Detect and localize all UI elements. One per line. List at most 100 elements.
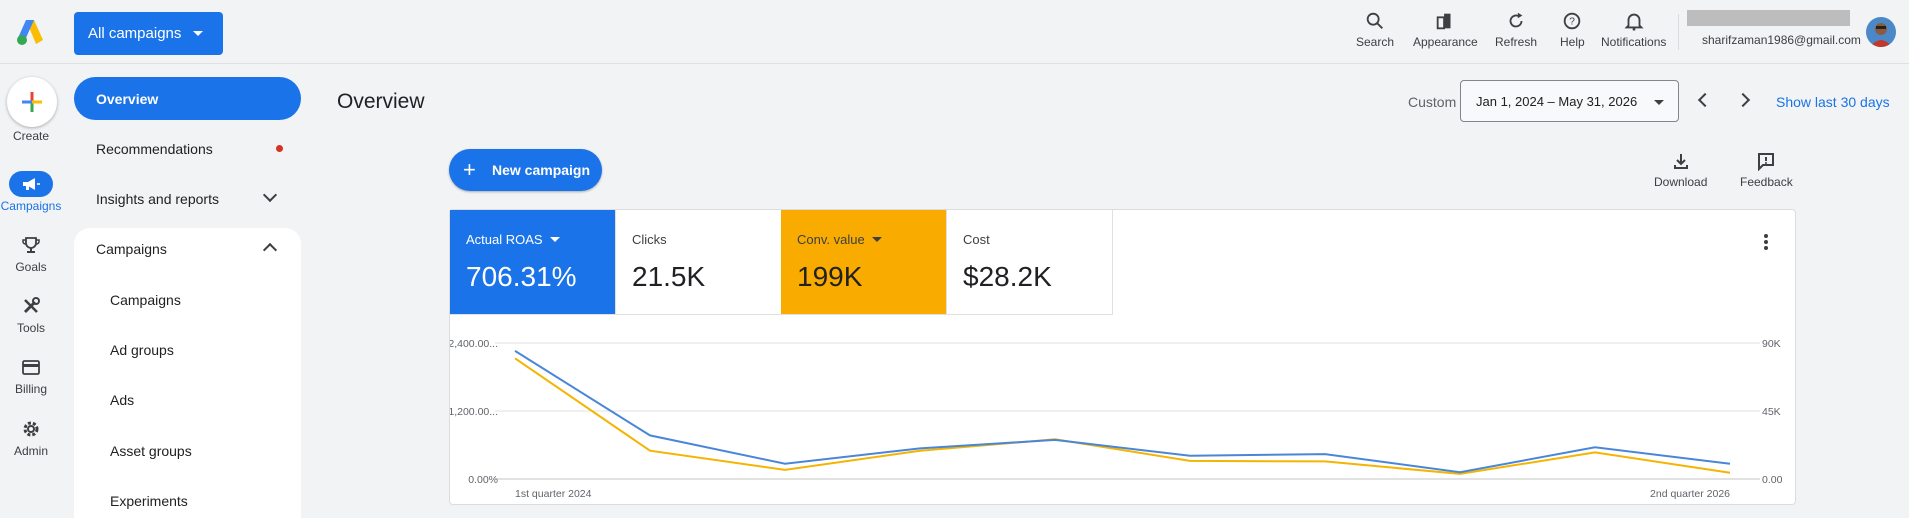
y-right-tick-label: 0.00 [1762,474,1783,486]
svg-text:?: ? [1570,17,1576,28]
nav-sub-ads[interactable]: Ads [110,392,134,408]
all-campaigns-label: All campaigns [88,25,182,42]
help-icon: ? [1564,12,1581,30]
rail-create-label: Create [12,129,50,143]
nav-item-insights[interactable]: Insights and reports [96,191,219,207]
y-right-tick-label: 45K [1762,406,1781,418]
nav-item-overview[interactable]: Overview [74,77,301,120]
metric-value: 199K [797,261,863,292]
rail-item-admin[interactable]: Admin [0,416,62,458]
nav-sub-ad-groups[interactable]: Ad groups [110,342,174,358]
nav-sub-asset-groups[interactable]: Asset groups [110,443,192,459]
nav-sub-campaigns[interactable]: Campaigns [110,292,181,308]
x-start-label: 1st quarter 2024 [515,488,592,500]
search-button[interactable]: Search [1356,10,1394,49]
y-left-tick-label: 0.00% [468,474,498,486]
page-title: Overview [337,90,425,113]
campaigns-nav-panel [74,228,301,518]
plus-icon [22,92,42,112]
notification-dot [276,145,283,152]
rail-admin-label: Admin [13,444,48,458]
credit-card-icon [9,354,53,380]
rail-tools-label: Tools [16,321,45,335]
google-ads-logo[interactable] [14,16,46,48]
download-button[interactable]: Download [1654,151,1707,189]
download-icon [1673,154,1688,169]
avatar-image [1870,23,1892,47]
rail-item-campaigns[interactable]: Campaigns [0,171,62,213]
create-button[interactable] [7,77,57,127]
appearance-button[interactable]: Appearance [1413,10,1478,49]
notifications-button[interactable]: Notifications [1601,10,1666,49]
y-left-tick-label: 2,400.00... [450,338,498,350]
new-campaign-button[interactable]: + New campaign [449,149,602,191]
caret-down-icon [193,31,203,36]
top-bar: All campaigns Search Appearance Refresh … [0,0,1909,64]
search-label: Search [1356,35,1395,49]
more-options-icon[interactable] [1764,234,1768,250]
metric-label: Conv. value [797,232,865,247]
refresh-label: Refresh [1495,35,1538,49]
caret-down-icon[interactable] [549,237,560,242]
feedback-label: Feedback [1740,175,1793,189]
rail-item-tools[interactable]: Tools [0,293,62,335]
series-line [514,350,1731,474]
caret-down-icon [1654,100,1664,105]
metric-conv-value[interactable]: Conv. value 199K [781,210,947,315]
metric-clicks[interactable]: Clicks 21.5K [616,210,782,315]
refresh-button[interactable]: Refresh [1495,10,1537,49]
notifications-label: Notifications [1601,35,1667,49]
feedback-icon [1758,153,1775,171]
metric-value: 21.5K [632,261,706,292]
nav-section-campaigns[interactable]: Campaigns [96,241,167,257]
feedback-button[interactable]: Feedback [1740,151,1793,189]
chevron-down-icon[interactable] [262,187,278,203]
metric-label: Cost [963,232,990,247]
metric-value: 706.31% [466,261,577,292]
refresh-icon [1509,12,1523,28]
metric-label: Clicks [632,232,667,247]
download-label: Download [1654,175,1708,189]
rail-goals-label: Goals [15,260,47,274]
rail-billing-label: Billing [14,382,47,396]
appearance-icon [1437,13,1451,30]
divider [1678,14,1679,50]
appearance-label: Appearance [1413,35,1478,49]
y-left-tick-label: 1,200.00... [450,406,498,418]
search-icon [1366,12,1383,29]
rail-item-billing[interactable]: Billing [0,354,62,396]
date-range-value: Jan 1, 2024 – May 31, 2026 [1476,93,1638,109]
date-range-select[interactable]: Jan 1, 2024 – May 31, 2026 [1460,80,1679,122]
metric-value: $28.2K [963,261,1052,292]
caret-down-icon[interactable] [871,237,882,242]
avatar[interactable] [1866,17,1896,47]
help-button[interactable]: ? Help [1560,10,1585,49]
y-right-tick-label: 90K [1762,338,1781,350]
rail-item-goals[interactable]: Goals [0,232,62,274]
megaphone-icon [9,171,53,197]
bell-icon [1624,13,1644,31]
all-campaigns-button[interactable]: All campaigns [74,12,223,55]
new-campaign-label: New campaign [492,162,591,178]
gear-icon [9,416,53,442]
nav-overview-label: Overview [96,90,159,107]
plus-icon: + [463,157,476,182]
metric-cost[interactable]: Cost $28.2K [947,210,1113,315]
rail-campaigns-label: Campaigns [0,199,62,213]
metric-actual-roas[interactable]: Actual ROAS 706.31% [450,210,616,315]
next-period-icon[interactable] [1735,92,1751,108]
performance-chart: 2,400.00... 1,200.00... 0.00% 90K 45K 0.00 1… [450,338,1783,500]
x-end-label: 2nd quarter 2026 [1650,488,1730,500]
trophy-icon [9,232,53,258]
account-email: sharifzaman1986@gmail.com [1702,33,1861,47]
rail-create-label-wrap: Create [0,129,62,143]
date-custom-label: Custom [1408,94,1457,110]
nav-sub-experiments[interactable]: Experiments [110,493,188,509]
nav-item-recommendations[interactable]: Recommendations [96,141,213,157]
account-name-redacted [1687,10,1850,26]
tools-icon [9,293,53,319]
previous-period-icon[interactable] [1697,92,1713,108]
help-label: Help [1560,35,1585,49]
show-last-30-days-link[interactable]: Show last 30 days [1776,94,1890,110]
metric-label: Actual ROAS [466,232,543,247]
